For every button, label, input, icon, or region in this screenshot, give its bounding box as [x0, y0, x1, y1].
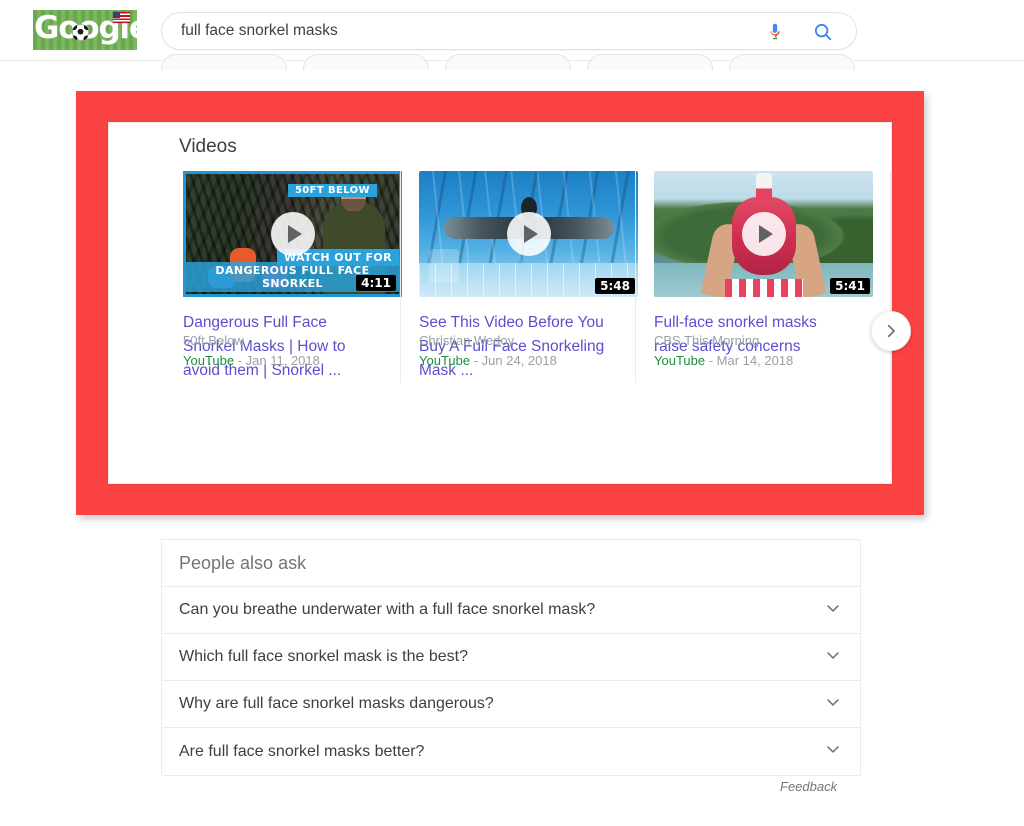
paa-question-row[interactable]: Are full face snorkel masks better?: [162, 728, 860, 775]
video-source-separator: -: [470, 353, 482, 368]
filter-chip[interactable]: [587, 54, 713, 70]
chevron-right-icon: [887, 324, 895, 338]
video-thumbnail[interactable]: 50FT BELOW WATCH OUT FOR DANGEROUS FULL …: [183, 171, 402, 297]
chevron-down-icon[interactable]: [823, 739, 843, 764]
video-thumbnail[interactable]: 5:48: [419, 171, 638, 297]
video-source-line: YouTube - Jan 11, 2018: [183, 351, 320, 371]
google-doodle-logo[interactable]: Google: [33, 10, 137, 50]
people-also-ask-heading: People also ask: [162, 540, 860, 587]
paa-question-row[interactable]: Can you breathe underwater with a full f…: [162, 587, 860, 634]
chevron-down-icon[interactable]: [823, 692, 843, 717]
video-source-separator: -: [234, 353, 246, 368]
chevron-down-icon[interactable]: [823, 645, 843, 670]
play-icon[interactable]: [741, 212, 786, 256]
video-channel: Christian Wedoy: [419, 333, 515, 348]
carousel-next-button[interactable]: [871, 311, 911, 351]
doodle-field-background: Google: [33, 10, 137, 50]
video-source[interactable]: YouTube: [183, 353, 234, 368]
video-source-line: YouTube - Mar 14, 2018: [654, 351, 793, 371]
play-icon[interactable]: [270, 212, 315, 256]
microphone-icon[interactable]: [764, 21, 786, 43]
people-also-ask-card: People also ask Can you breathe underwat…: [161, 539, 861, 776]
video-source-separator: -: [705, 353, 717, 368]
videos-carousel: 50FT BELOW WATCH OUT FOR DANGEROUS FULL …: [165, 171, 873, 383]
videos-heading: Videos: [179, 136, 237, 157]
video-thumbnail[interactable]: 5:41: [654, 171, 873, 297]
video-card[interactable]: 5:48 See This Video Before You Buy A Ful…: [400, 171, 638, 383]
video-duration: 4:11: [356, 275, 396, 291]
soccer-ball-icon: [72, 24, 89, 41]
video-metadata: 50ft Below YouTube - Jan 11, 2018: [183, 330, 320, 371]
video-duration: 5:41: [830, 278, 870, 294]
video-card[interactable]: 50FT BELOW WATCH OUT FOR DANGEROUS FULL …: [165, 171, 402, 383]
snorkel-tube: [755, 173, 772, 201]
paa-question-text: Which full face snorkel mask is the best…: [179, 648, 469, 665]
search-filter-chips: [161, 54, 855, 70]
video-source[interactable]: YouTube: [419, 353, 470, 368]
video-source[interactable]: YouTube: [654, 353, 705, 368]
paa-question-text: Are full face snorkel masks better?: [179, 742, 425, 760]
striped-swimsuit: [724, 279, 803, 297]
search-bar[interactable]: [161, 12, 857, 50]
paa-question-text: Can you breathe underwater with a full f…: [179, 601, 596, 618]
search-input[interactable]: [179, 13, 729, 49]
thumbnail-watermark: [429, 249, 459, 283]
video-channel: 50ft Below: [183, 333, 244, 348]
chevron-down-icon[interactable]: [823, 598, 843, 623]
thumbnail-overlay-top: 50FT BELOW: [287, 184, 377, 197]
video-date: Jan 11, 2018: [245, 353, 320, 368]
search-icon[interactable]: [812, 21, 834, 43]
usa-flag-icon: [113, 12, 130, 23]
video-card[interactable]: 5:41 Full-face snorkel masks raise safet…: [635, 171, 873, 383]
paa-question-text: Why are full face snorkel masks dangerou…: [179, 695, 494, 712]
paa-question-row[interactable]: Why are full face snorkel masks dangerou…: [162, 681, 860, 728]
video-metadata: Christian Wedoy YouTube - Jun 24, 2018: [419, 330, 557, 371]
filter-chip[interactable]: [729, 54, 855, 70]
feedback-link[interactable]: Feedback: [780, 779, 837, 794]
play-icon[interactable]: [506, 212, 551, 256]
video-source-line: YouTube - Jun 24, 2018: [419, 351, 557, 371]
video-date: Mar 14, 2018: [716, 353, 794, 368]
video-channel: CBS This Morning: [654, 333, 760, 348]
search-header: Google: [0, 0, 1024, 70]
video-metadata: CBS This Morning YouTube - Mar 14, 2018: [654, 330, 793, 371]
filter-chip[interactable]: [303, 54, 429, 70]
paa-question-row[interactable]: Which full face snorkel mask is the best…: [162, 634, 860, 681]
video-duration: 5:48: [595, 278, 635, 294]
filter-chip[interactable]: [445, 54, 571, 70]
red-highlight-frame: Videos 50FT BELOW WATCH OUT FOR DANGEROU…: [76, 91, 924, 515]
video-date: Jun 24, 2018: [481, 353, 557, 368]
filter-chip[interactable]: [161, 54, 287, 70]
videos-result-card: Videos 50FT BELOW WATCH OUT FOR DANGEROU…: [108, 122, 911, 484]
